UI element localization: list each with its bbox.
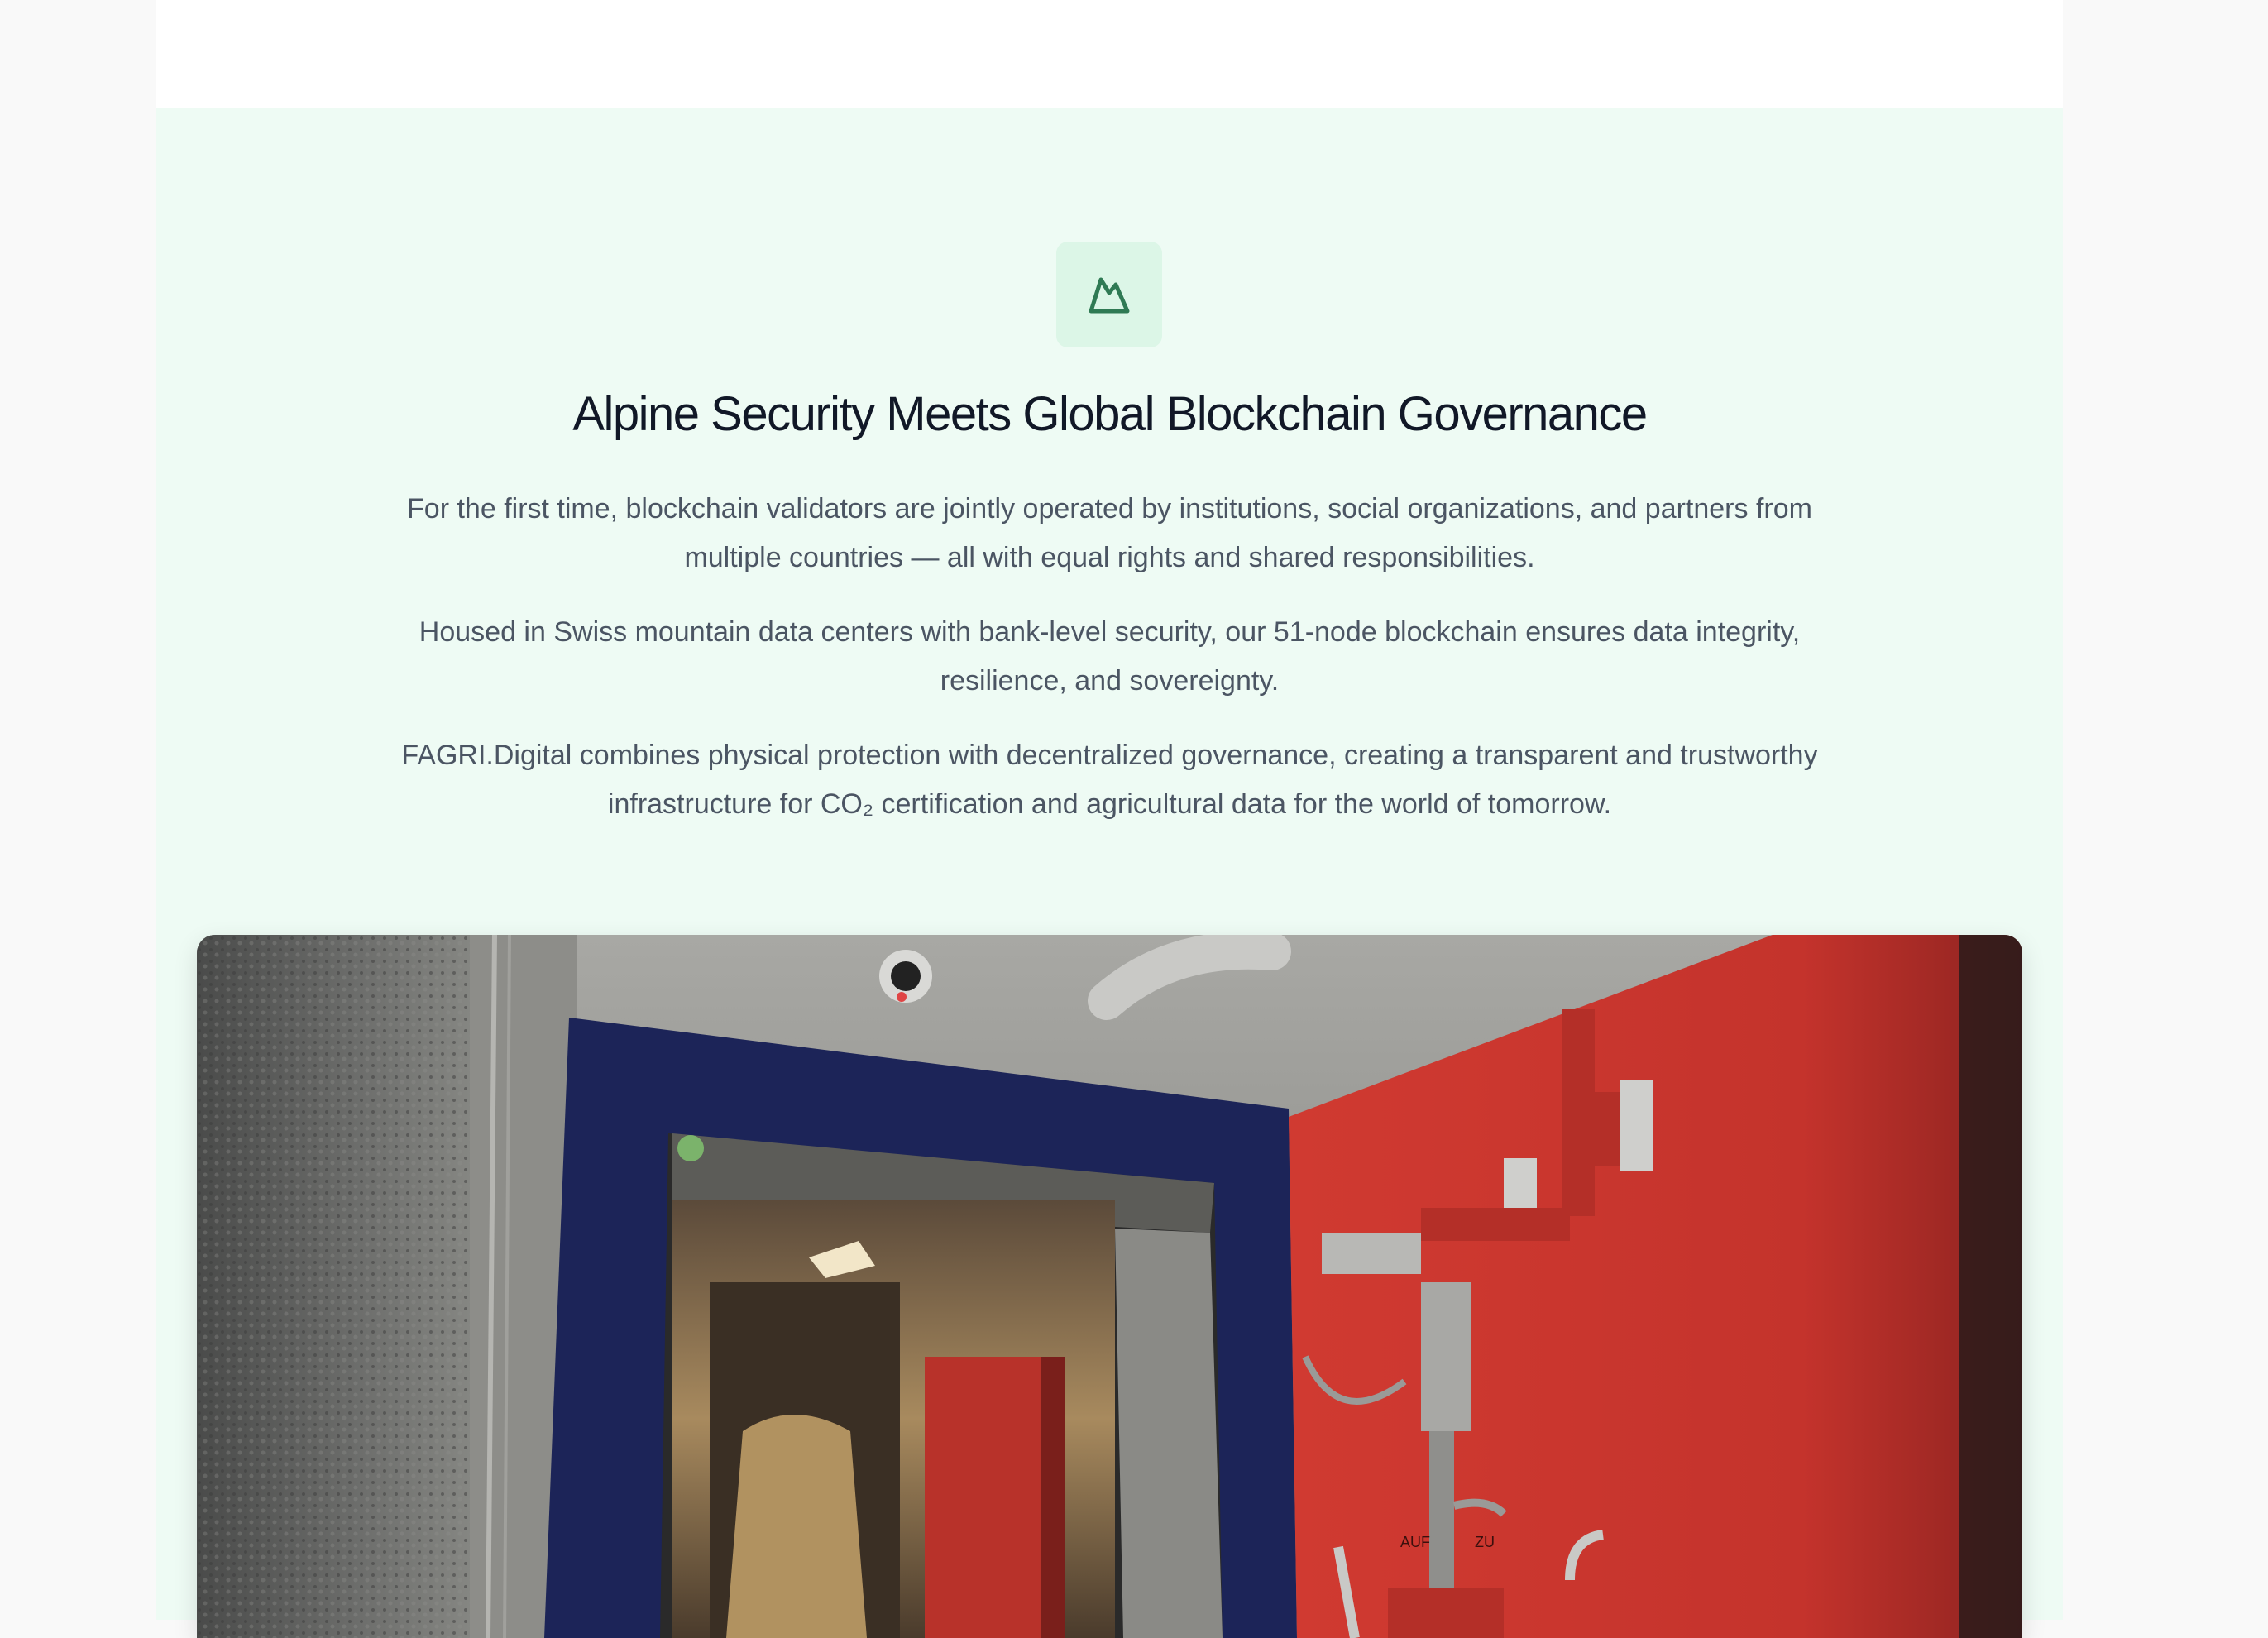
page: Alpine Security Meets Global Blockchain … xyxy=(156,0,2063,1638)
mountain-icon-tile xyxy=(1056,242,1162,347)
alpine-security-section: Alpine Security Meets Global Blockchain … xyxy=(156,108,2063,1638)
vault-door-illustration: AUF ZU xyxy=(197,935,2022,1638)
mountain-icon xyxy=(1089,277,1130,314)
door-label-zu: ZU xyxy=(1475,1534,1495,1550)
intro-paragraph-1: For the first time, blockchain validator… xyxy=(407,493,1812,573)
door-label-auf: AUF xyxy=(1400,1534,1430,1550)
intro-paragraph-2: Housed in Swiss mountain data centers wi… xyxy=(419,616,1801,697)
intro-paragraph-3: FAGRI.Digital combines physical protecti… xyxy=(401,740,1818,820)
section-title: Alpine Security Meets Global Blockchain … xyxy=(572,387,1648,441)
vault-door-photo: AUF ZU xyxy=(197,935,2022,1638)
